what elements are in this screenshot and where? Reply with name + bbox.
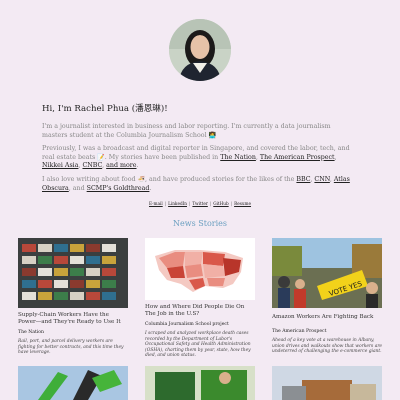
story-description: Ahead of a key vote at a warehouse in Al… [272,338,383,355]
email-link[interactable]: E-mail [149,201,163,206]
bio-paragraph-1: I'm a journalist interested in business … [42,123,358,140]
link-the-nation[interactable]: The Nation [220,154,256,161]
bio-paragraph-3: I also love writing about food 🍜, and ha… [42,175,350,192]
profile-photo [169,19,231,81]
contact-links-bar: E-mail | LinkedIn | Twitter | GitHub | Resume [148,201,252,206]
story-publication: The Nation [18,330,44,335]
story-thumbnail-building[interactable] [272,366,382,400]
link-cnbc[interactable]: CNBC [82,162,102,169]
laptop-person-icon: 👩‍💻 [208,131,217,139]
story-thumbnail-rally[interactable]: VOTE YES [272,238,382,308]
story-thumbnail-map[interactable] [145,238,255,300]
bio-text: I'm a journalist interested in business … [42,123,331,139]
noodle-bowl-icon: 🍜 [137,175,146,183]
story-thumbnail-protest[interactable] [18,366,128,400]
memo-icon: 📝 [97,153,105,161]
link-american-prospect[interactable]: The American Prospect [260,154,335,161]
story-thumbnail-workers[interactable] [145,366,255,400]
story-title[interactable]: How and Where Did People Die On The Job … [145,304,255,318]
story-thumbnail-port[interactable] [18,238,128,308]
resume-link[interactable]: Resume [234,201,251,206]
story-card[interactable]: VOTE YES Amazon Workers Are Fighting Bac… [272,238,382,355]
story-description: I scraped and analyzed workplace death c… [145,331,251,359]
github-link[interactable]: GitHub [213,201,228,206]
bio-text: I also love writing about food [42,175,136,183]
story-description: Rail, port, and parcel delivery workers … [18,339,124,356]
link-bbc[interactable]: BBC [296,176,310,183]
link-nikkei-asia[interactable]: Nikkei Asia [42,162,78,169]
story-card[interactable]: Supply-Chain Workers Have the Power—and … [18,238,128,356]
story-title[interactable]: Amazon Workers Are Fighting Back [272,314,382,321]
story-publication: Columbia Journalism School project [145,322,229,327]
twitter-link[interactable]: Twitter [192,201,207,206]
link-scmp-goldthread[interactable]: SCMP's Goldthread [87,185,150,192]
link-and-more[interactable]: and more [106,162,136,169]
story-publication: The American Prospect [272,329,327,334]
intro-section: Hi, I'm Rachel Phua (潘恩琳)! I'm a journal… [42,102,358,198]
bio-text: . My stories have been published in [104,153,219,161]
story-title[interactable]: Supply-Chain Workers Have the Power—and … [18,312,128,326]
greeting-heading: Hi, I'm Rachel Phua (潘恩琳)! [42,104,168,114]
bio-paragraph-2: Previously, I was a broadcast and digita… [42,145,350,170]
link-cnn[interactable]: CNN [314,176,329,183]
bio-text: , and have produced stories for the like… [145,175,295,183]
story-card[interactable]: How and Where Did People Die On The Job … [145,238,255,359]
news-stories-heading: News Stories [173,219,227,228]
linkedin-link[interactable]: LinkedIn [168,201,187,206]
